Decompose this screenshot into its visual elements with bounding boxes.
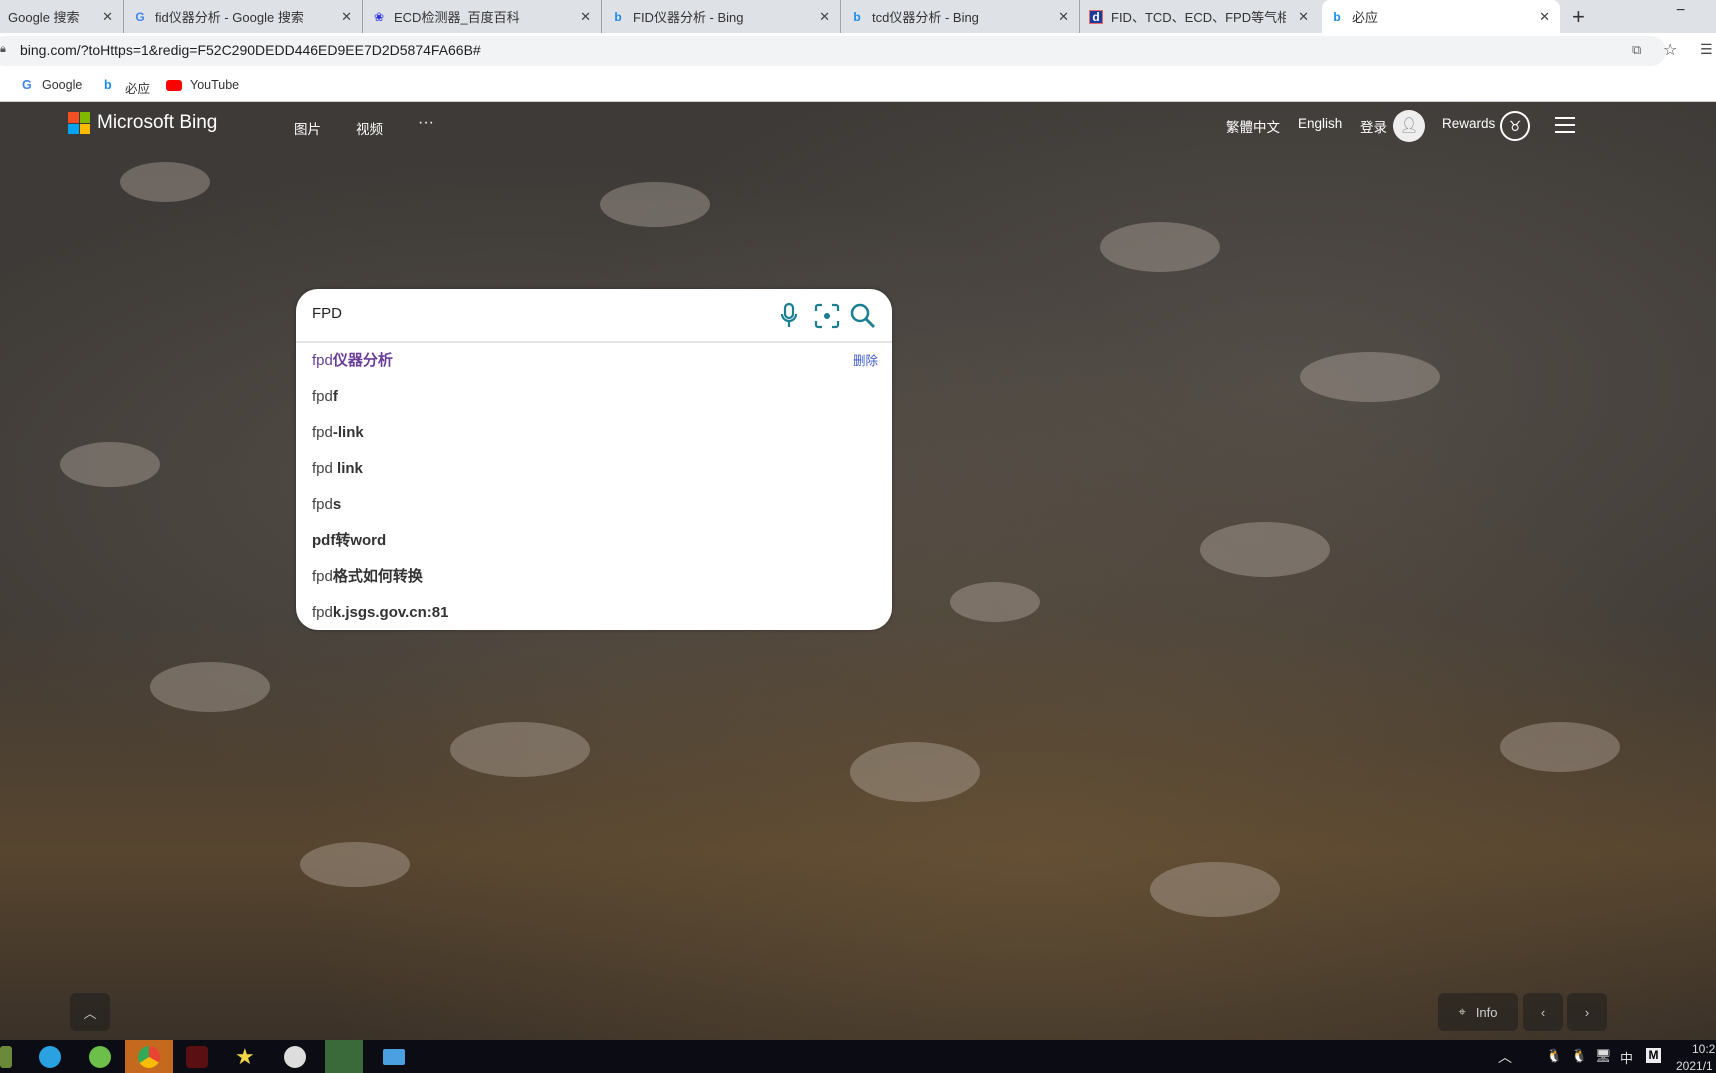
nav-more[interactable]: ···: [418, 114, 434, 132]
suggestion-history[interactable]: fpd仪器分析 删除: [312, 343, 878, 379]
search-icon[interactable]: [850, 303, 876, 329]
lang-english[interactable]: English: [1298, 116, 1342, 131]
close-tab-icon[interactable]: ✕: [1058, 9, 1069, 25]
close-tab-icon[interactable]: ✕: [341, 9, 352, 25]
address-bar: 🔒︎ bing.com/?toHttps=1&redig=F52C290DEDD…: [0, 33, 1716, 69]
microphone-icon[interactable]: [780, 303, 798, 329]
visual-search-icon[interactable]: [814, 303, 840, 329]
bookmark[interactable]: YouTube: [190, 78, 239, 92]
url-text[interactable]: bing.com/?toHttps=1&redig=F52C290DEDD446…: [20, 42, 481, 58]
menu-icon[interactable]: [1555, 117, 1575, 133]
tab[interactable]: d FID、TCD、ECD、FPD等气相色 ✕: [1081, 0, 1319, 33]
tab[interactable]: b tcd仪器分析 - Bing ✕: [842, 0, 1080, 33]
google-icon: G: [22, 78, 32, 92]
help-app-icon[interactable]: [39, 1046, 61, 1068]
close-tab-icon[interactable]: ✕: [1298, 9, 1309, 25]
tab-active[interactable]: b 必应 ✕: [1322, 0, 1560, 33]
qq-tray-icon[interactable]: 🐧: [1546, 1048, 1562, 1064]
search-box: fpd仪器分析删除 fpdf fpd-link fpd link fpds pd…: [296, 289, 892, 630]
tab[interactable]: Google 搜索 ✕: [0, 0, 124, 33]
ime-indicator[interactable]: 中: [1620, 1048, 1633, 1067]
suggestion[interactable]: fpd-link: [312, 415, 878, 451]
scroll-up-button[interactable]: ︿: [70, 993, 110, 1031]
tab-bar: Google 搜索 ✕ Gfid仪器分析 - Google 搜索 ✕ ❀ ECD检测器…: [0, 0, 1716, 33]
close-tab-icon[interactable]: ✕: [1539, 9, 1550, 25]
reading-list-icon[interactable]: ☰: [1700, 41, 1713, 58]
bing-icon: b: [104, 78, 112, 92]
nav-videos[interactable]: 视频: [356, 118, 383, 138]
pdf-app-icon[interactable]: [186, 1046, 208, 1068]
rewards-link[interactable]: Rewards: [1442, 116, 1495, 131]
suggestion[interactable]: fpd link: [312, 451, 878, 487]
prev-image-button[interactable]: ‹: [1523, 993, 1563, 1031]
close-tab-icon[interactable]: ✕: [819, 9, 830, 25]
qq-tray-icon[interactable]: 🐧: [1571, 1048, 1587, 1064]
m-tray-icon[interactable]: M: [1646, 1048, 1661, 1063]
nav-images[interactable]: 图片: [294, 118, 321, 138]
lang-traditional[interactable]: 繁體中文: [1226, 116, 1280, 136]
location-pin-icon: ⌖: [1458, 1004, 1466, 1019]
bookmarks-bar: G Google b 必应 YouTube: [0, 69, 1716, 102]
bookmark[interactable]: 必应: [125, 78, 150, 97]
suggestion[interactable]: fpd格式如何转换: [312, 559, 878, 595]
rewards-medal-icon[interactable]: ♉︎: [1500, 111, 1530, 141]
login-link[interactable]: 登录: [1360, 116, 1387, 136]
lock-icon[interactable]: 🔒︎: [0, 43, 6, 56]
doc88-icon: d: [1089, 9, 1103, 24]
suggestion[interactable]: fpds: [312, 487, 878, 523]
clock[interactable]: 10:2: [1692, 1042, 1715, 1056]
next-image-button[interactable]: ›: [1567, 993, 1607, 1031]
translate-icon[interactable]: ⧉: [1632, 42, 1641, 58]
suggestion[interactable]: fpdf: [312, 379, 878, 415]
bookmark[interactable]: Google: [42, 78, 82, 92]
close-tab-icon[interactable]: ✕: [102, 9, 113, 25]
bing-icon: b: [1333, 9, 1341, 24]
info-button[interactable]: ⌖ Info: [1438, 993, 1518, 1031]
delete-history-link[interactable]: 删除: [853, 343, 878, 379]
bing-icon: b: [853, 9, 861, 24]
mail-app-icon[interactable]: [325, 1040, 363, 1073]
star-app-icon[interactable]: ★: [235, 1046, 257, 1068]
new-tab-button[interactable]: +: [1572, 4, 1585, 30]
microsoft-logo-icon: [68, 112, 90, 134]
penguin-app-icon[interactable]: [284, 1046, 306, 1068]
tab[interactable]: Gfid仪器分析 - Google 搜索 ✕: [125, 0, 363, 33]
chrome-taskbar-button[interactable]: [125, 1040, 173, 1073]
taskbar: ★ ︿ 🐧 🐧 🖥︎ 中 M 10:2 2021/1: [0, 1040, 1716, 1073]
suggestion[interactable]: fpdk.jsgs.gov.cn:81: [312, 595, 878, 631]
network-icon[interactable]: 🖥︎: [1595, 1048, 1612, 1064]
green-app-icon[interactable]: [89, 1046, 111, 1068]
close-tab-icon[interactable]: ✕: [580, 9, 591, 25]
avatar-icon[interactable]: 👤︎: [1393, 110, 1425, 142]
suggestion[interactable]: pdf转word: [312, 523, 878, 559]
search-input[interactable]: [312, 305, 732, 322]
google-icon: G: [135, 9, 145, 24]
tab[interactable]: b FID仪器分析 - Bing ✕: [603, 0, 841, 33]
star-icon[interactable]: ☆: [1663, 40, 1677, 60]
display-app-icon[interactable]: [383, 1049, 405, 1065]
date[interactable]: 2021/1: [1676, 1059, 1713, 1073]
baidu-icon: ❀: [373, 9, 385, 24]
nvidia-app-icon[interactable]: [0, 1046, 12, 1068]
minimize-button[interactable]: −: [1676, 2, 1685, 20]
bing-icon: b: [614, 9, 622, 24]
youtube-icon: [166, 80, 182, 91]
bing-logo[interactable]: Microsoft Bing: [97, 112, 217, 134]
tab[interactable]: ❀ ECD检测器_百度百科 ✕: [364, 0, 602, 33]
show-hidden-icons[interactable]: ︿: [1498, 1047, 1512, 1067]
